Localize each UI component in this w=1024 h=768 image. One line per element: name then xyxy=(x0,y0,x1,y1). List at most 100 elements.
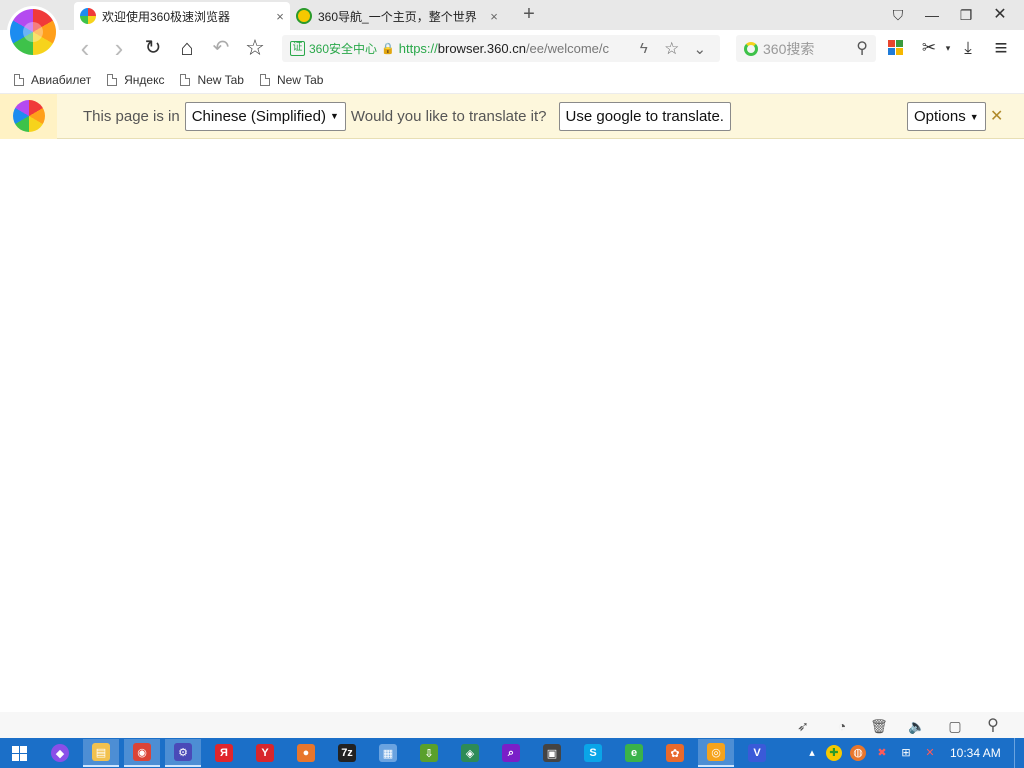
menu-icon[interactable]: ≡ xyxy=(988,35,1014,61)
skin-icon[interactable]: ⛉ xyxy=(886,4,910,26)
minimize-button[interactable]: — xyxy=(920,4,944,26)
360-browser-logo-icon[interactable] xyxy=(10,9,56,55)
chevron-down-icon[interactable]: ⌄ xyxy=(687,40,713,58)
settings-icon: ⚙ xyxy=(174,743,192,761)
url-scheme: https:// xyxy=(398,41,438,56)
close-tab-icon[interactable]: × xyxy=(484,9,504,24)
taskbar-app-vpn-app[interactable]: V xyxy=(739,739,775,767)
search-app-icon: ⌕ xyxy=(502,744,520,762)
close-tab-icon[interactable]: × xyxy=(270,9,290,24)
tab-title: 360导航_一个主页，整个世界 xyxy=(318,9,477,24)
rocket-icon[interactable]: ➶ xyxy=(794,717,812,735)
status-bar: ➶ ◔ 🗑 🔈 ▢ ⚲ xyxy=(0,712,1024,738)
lock-icon: 🔒 xyxy=(381,43,395,55)
tab-welcome[interactable]: 欢迎使用360极速浏览器 × xyxy=(74,2,290,30)
speedup-icon[interactable]: ◔ xyxy=(833,717,851,735)
show-desktop-button[interactable] xyxy=(1014,738,1024,768)
vpn-app-icon: V xyxy=(748,744,766,762)
bookmark-star-icon[interactable]: ☆ xyxy=(659,39,685,59)
chrome-icon: ◉ xyxy=(133,743,151,761)
search-icon[interactable]: ⚲ xyxy=(856,38,868,58)
search-input[interactable]: 360搜索 xyxy=(763,39,814,59)
translate-prompt: This page is in xyxy=(83,107,180,125)
browser-window: 欢迎使用360极速浏览器 × 360导航_一个主页，整个世界 × + ⛉ — ❐… xyxy=(0,0,1024,768)
taskbar-app-yandex[interactable]: Я xyxy=(206,739,242,767)
360-logo-icon xyxy=(12,100,45,132)
bookmark-label: New Tab xyxy=(276,72,324,87)
volume-muted-icon[interactable]: ✕ xyxy=(922,745,938,761)
bookmark-label: Авиабилет xyxy=(31,72,92,87)
url-text[interactable]: https://browser.360.cn/ee/welcome/c xyxy=(399,41,625,56)
bookmark-label: Яндекс xyxy=(124,72,165,87)
tab-title: 欢迎使用360极速浏览器 xyxy=(102,9,231,24)
360-browser-icon: ◎ xyxy=(707,743,725,761)
certificate-icon[interactable]: 证 xyxy=(290,41,305,56)
taskbar-app-yandex-browser[interactable]: Y xyxy=(247,739,283,767)
close-translate-bar-icon[interactable]: ✕ xyxy=(990,106,1003,126)
bookmark-item[interactable]: New Tab xyxy=(180,73,244,87)
restore-button[interactable]: ❐ xyxy=(954,4,978,26)
new-tab-button[interactable]: + xyxy=(518,3,540,26)
language-select[interactable]: Chinese (Simplified) ▼ xyxy=(184,101,346,131)
favorites-button[interactable]: ☆ xyxy=(242,35,268,61)
apps-grid-icon[interactable] xyxy=(888,40,903,55)
taskbar-app-chrome[interactable]: ◉ xyxy=(124,739,160,767)
tray-flag-icon[interactable]: ✖ xyxy=(874,745,890,761)
taskbar-app-settings[interactable]: ⚙ xyxy=(165,739,201,767)
reload-button[interactable]: ↻ xyxy=(140,35,166,61)
tray-overflow-icon[interactable]: ▴ xyxy=(804,745,820,761)
forward-button[interactable]: › xyxy=(106,35,132,61)
volume-icon[interactable]: 🔈 xyxy=(908,717,926,735)
download-icon[interactable]: ⤓ xyxy=(955,35,981,61)
web-app-icon: e xyxy=(625,744,643,762)
taskbar-app-web-app[interactable]: e xyxy=(616,739,652,767)
taskbar-app-skype[interactable]: S xyxy=(575,739,611,767)
taskbar-app-360-browser[interactable]: ◎ xyxy=(698,739,734,767)
taskbar-app-media-app[interactable]: ▣ xyxy=(534,739,570,767)
back-button[interactable]: ‹ xyxy=(72,35,98,61)
certificate-label: 360安全中心 xyxy=(309,42,378,56)
flash-icon[interactable]: ϟ xyxy=(631,40,657,57)
address-bar[interactable]: 证 360安全中心 🔒 https://browser.360.cn/ee/we… xyxy=(282,35,720,62)
taskbar-app-search-app[interactable]: ⌕ xyxy=(493,739,529,767)
clock[interactable]: 10:34 AM xyxy=(950,746,1001,760)
notepad-icon: ▦ xyxy=(379,744,397,762)
options-button[interactable]: Options ▼ xyxy=(907,102,986,131)
translate-button[interactable]: Use google to translate. xyxy=(558,101,731,131)
taskbar-app-cortana[interactable]: ◆ xyxy=(42,739,78,767)
windows-start-icon[interactable] xyxy=(12,746,27,761)
close-window-button[interactable]: ✕ xyxy=(988,4,1012,26)
taskbar-app-notepad[interactable]: ▦ xyxy=(370,739,406,767)
home-button[interactable]: ⌂ xyxy=(174,35,200,61)
taskbar-app-map-app[interactable]: ◈ xyxy=(452,739,488,767)
trash-icon[interactable]: 🗑 xyxy=(870,717,888,735)
taskbar-app-file-explorer[interactable]: ▤ xyxy=(83,739,119,767)
translate-button-label: Use google to translate. xyxy=(565,107,724,125)
options-button-label: Options xyxy=(914,108,966,125)
window-icon[interactable]: ▢ xyxy=(946,717,964,735)
tab-strip: 欢迎使用360极速浏览器 × 360导航_一个主页，整个世界 × + ⛉ — ❐… xyxy=(0,0,1024,30)
translate-bar: This page is in Chinese (Simplified) ▼ W… xyxy=(0,93,1024,139)
undo-close-button[interactable]: ↶ xyxy=(208,35,234,61)
tab-360-navigation[interactable]: 360导航_一个主页，整个世界 × xyxy=(290,2,504,30)
page-icon xyxy=(107,73,118,86)
taskbar-app-firefox[interactable]: ● xyxy=(288,739,324,767)
page-content xyxy=(0,139,1024,712)
search-icon[interactable]: ⚲ xyxy=(984,717,1002,735)
file-explorer-icon: ▤ xyxy=(92,743,110,761)
tray-antivirus-icon[interactable]: ◍ xyxy=(850,745,866,761)
caret-down-icon: ▼ xyxy=(329,111,339,121)
taskbar-app-7zip[interactable]: 7z xyxy=(329,739,365,767)
bookmark-item[interactable]: Авиабилет xyxy=(14,73,91,87)
search-box[interactable]: 360搜索 ⚲ xyxy=(736,35,876,62)
tray-360-icon[interactable]: ✚ xyxy=(826,745,842,761)
bookmark-item[interactable]: Яндекс xyxy=(107,73,164,87)
360-favicon-icon xyxy=(80,8,96,24)
bookmark-item[interactable]: New Tab xyxy=(259,72,324,87)
network-icon[interactable]: ⊞ xyxy=(898,745,914,761)
taskbar: ◆ ▤ ◉ ⚙ Я Y ● 7z ▦ ⇩ ◈ ⌕ ▣ Se ✿ ◎ V ▴ ✚ ◍ ✖ ⊞ ✕ 10:34 AM xyxy=(0,738,1024,768)
url-path: /ee/welcome/c xyxy=(525,41,610,56)
taskbar-app-downloader[interactable]: ⇩ xyxy=(411,739,447,767)
start-tile xyxy=(20,754,27,761)
taskbar-app-colorful-app[interactable]: ✿ xyxy=(657,739,693,767)
